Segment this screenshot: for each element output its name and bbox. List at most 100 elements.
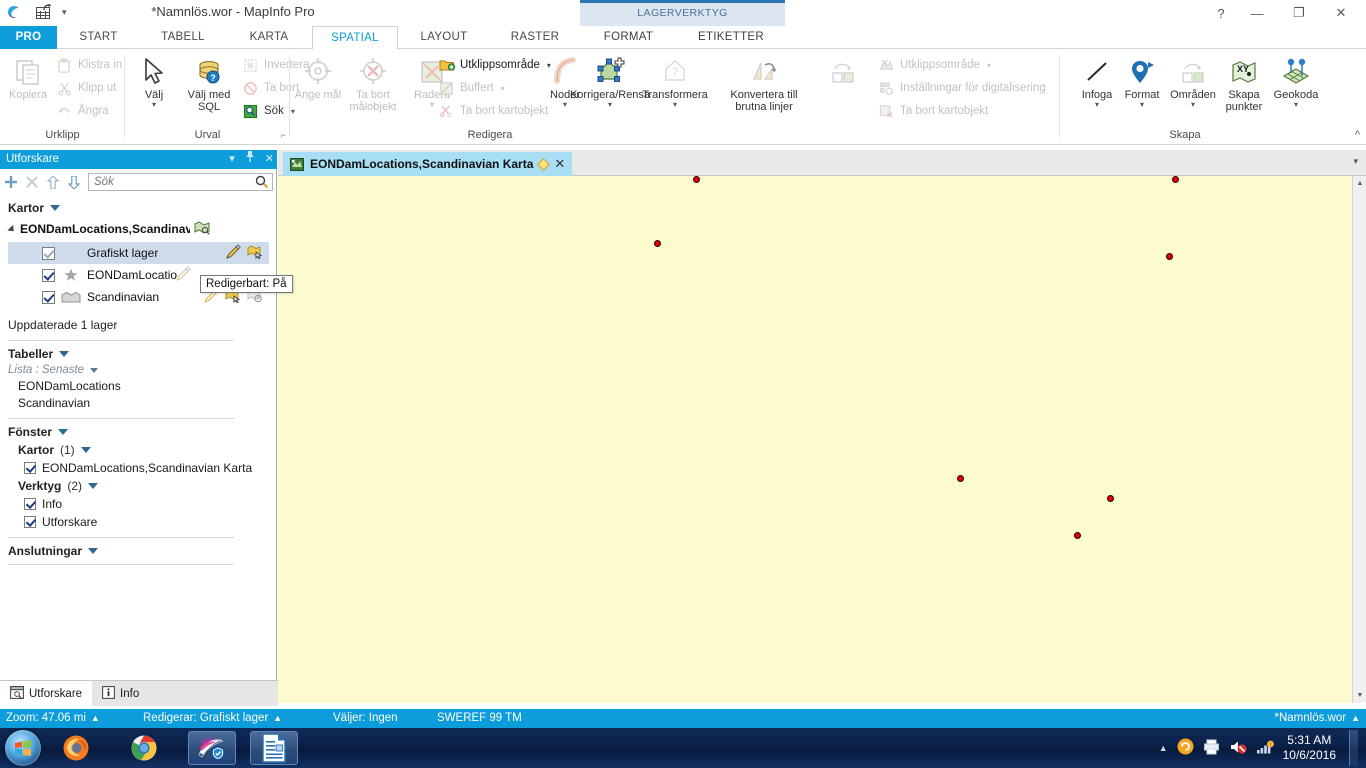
table-item-eondamlocations[interactable]: EONDamLocations <box>18 379 269 393</box>
status-editing[interactable]: Redigerar: Grafiskt lager ▲ <box>143 709 282 728</box>
map-document-tab[interactable]: EONDamLocations,Scandinavian Karta ✕ <box>283 152 573 176</box>
help-button[interactable]: ? <box>1206 1 1236 25</box>
close-button[interactable]: ✕ <box>1320 1 1362 25</box>
map-window-icon[interactable] <box>194 220 210 238</box>
add-icon[interactable] <box>4 175 18 189</box>
section-tables[interactable]: Tabeller <box>8 347 269 361</box>
tab-karta[interactable]: KARTA <box>226 26 312 49</box>
edit-pencil-icon[interactable] <box>225 243 241 263</box>
map-point[interactable] <box>957 475 964 482</box>
new-table-icon[interactable] <box>34 2 54 22</box>
maximize-button[interactable]: ❐ <box>1278 1 1320 25</box>
window-item-explorer[interactable]: Utforskare <box>24 515 269 529</box>
section-connections-chevron-down-icon[interactable] <box>88 548 98 554</box>
remove-icon[interactable] <box>25 175 39 189</box>
geocode-button[interactable]: Geokoda ▾ <box>1268 53 1324 109</box>
minimize-button[interactable]: — <box>1236 1 1278 25</box>
taskbar-mapinfo-pro-icon[interactable] <box>188 731 236 765</box>
show-desktop-button[interactable] <box>1349 730 1358 766</box>
clean-caret[interactable]: ▾ <box>673 101 677 109</box>
search-input[interactable] <box>89 176 252 188</box>
taskbar-wordpad-icon[interactable] <box>250 731 298 765</box>
tab-tabell[interactable]: TABELL <box>140 26 226 49</box>
explorer-pin-icon[interactable] <box>245 150 255 169</box>
section-windows-chevron-down-icon[interactable] <box>58 429 69 435</box>
layer-row-grafiskt-lager[interactable]: Grafiskt lager <box>8 242 269 264</box>
table-item-scandinavian[interactable]: Scandinavian <box>18 396 269 410</box>
nodes-button[interactable]: Korrigera/Rensa ▾ <box>570 53 650 109</box>
mapinfo-logo-icon[interactable] <box>6 2 26 22</box>
windows-tools-group[interactable]: Verktyg (2) <box>18 479 269 493</box>
search-box[interactable] <box>88 173 273 191</box>
buffer-caret[interactable]: ▾ <box>563 101 567 109</box>
move-up-icon[interactable] <box>46 175 60 189</box>
printer-icon[interactable] <box>1203 739 1220 758</box>
collapse-ribbon-button[interactable]: ^ <box>1355 129 1360 141</box>
start-orb-icon[interactable] <box>5 730 41 766</box>
regions-caret[interactable]: ▾ <box>1191 101 1195 109</box>
layer-visible-checkbox[interactable] <box>42 290 55 304</box>
tables-list-mode-chevron-down-icon[interactable] <box>90 367 99 373</box>
scroll-up-icon[interactable]: ▲ <box>1353 176 1366 191</box>
tab-layout[interactable]: LAYOUT <box>398 26 490 49</box>
scroll-down-icon[interactable]: ▼ <box>1353 688 1366 703</box>
map-canvas[interactable] <box>278 176 1352 703</box>
transform-button[interactable]: Konvertera till brutna linjer <box>723 53 805 113</box>
select-caret[interactable]: ▾ <box>152 101 156 109</box>
map-tab-overflow-caret[interactable]: ▾ <box>1353 156 1358 167</box>
style-caret[interactable]: ▾ <box>1140 101 1144 109</box>
network-icon[interactable]: ! <box>1256 739 1274 758</box>
tab-raster[interactable]: RASTER <box>490 26 580 49</box>
status-document[interactable]: *Namnlös.wor ▲ <box>1275 709 1361 728</box>
insert-caret[interactable]: ▾ <box>1095 101 1099 109</box>
tab-spatial[interactable]: SPATIAL <box>312 26 398 50</box>
regions-button[interactable]: Områden ▾ <box>1166 53 1220 109</box>
status-zoom[interactable]: Zoom: 47.06 mi ▲ <box>6 709 100 728</box>
select-button[interactable]: Välj ▾ <box>130 53 178 109</box>
map-node-expand-icon[interactable] <box>7 224 17 234</box>
windows-maps-group[interactable]: Kartor (1) <box>18 443 269 457</box>
clock[interactable]: 5:31 AM 10/6/2016 <box>1283 733 1336 763</box>
clean-button[interactable]: ? Transformera ▾ <box>631 53 719 109</box>
map-point[interactable] <box>693 176 700 183</box>
create-points-button[interactable]: XY Skapa punkter <box>1218 53 1270 113</box>
window-visible-checkbox[interactable] <box>24 498 36 510</box>
section-maps-chevron-down-icon[interactable] <box>50 205 61 211</box>
geocode-caret[interactable]: ▾ <box>1294 101 1298 109</box>
window-item-map[interactable]: EONDamLocations,Scandinavian Karta <box>24 461 269 475</box>
tab-utforskare[interactable]: Utforskare <box>0 681 93 706</box>
tab-etiketter[interactable]: ETIKETTER <box>677 26 785 49</box>
window-visible-checkbox[interactable] <box>24 516 36 528</box>
volume-muted-icon[interactable] <box>1229 739 1247 758</box>
qat-more-caret[interactable]: ▾ <box>62 7 67 17</box>
tab-pro[interactable]: PRO <box>0 26 57 49</box>
section-connections[interactable]: Anslutningar <box>8 544 269 558</box>
status-zoom-caret-up-icon[interactable]: ▲ <box>91 709 100 728</box>
layer-visible-checkbox[interactable] <box>42 268 55 282</box>
tab-format[interactable]: FORMAT <box>580 26 677 49</box>
selectable-icon[interactable] <box>247 244 263 262</box>
tab-info[interactable]: Info <box>92 681 149 706</box>
map-point[interactable] <box>1074 532 1081 539</box>
move-down-icon[interactable] <box>67 175 81 189</box>
map-point[interactable] <box>1107 495 1114 502</box>
combine-button[interactable]: Utklippsområde ▾ <box>438 55 551 75</box>
taskbar-chrome-icon[interactable] <box>120 731 168 765</box>
windows-maps-chevron-down-icon[interactable] <box>80 447 91 453</box>
style-button[interactable]: Format ▾ <box>1118 53 1166 109</box>
map-vertical-scrollbar[interactable]: ▲ ▼ <box>1352 176 1366 703</box>
section-tables-chevron-down-icon[interactable] <box>59 351 70 357</box>
layer-visible-checkbox[interactable] <box>42 246 55 260</box>
explorer-close-icon[interactable]: ✕ <box>265 150 274 169</box>
status-document-caret-up-icon[interactable]: ▲ <box>1351 709 1360 728</box>
map-point[interactable] <box>1166 253 1173 260</box>
tables-list-mode[interactable]: Lista : Senaste <box>8 364 269 376</box>
window-visible-checkbox[interactable] <box>24 462 36 474</box>
tab-start[interactable]: START <box>57 26 140 49</box>
section-windows[interactable]: Fönster <box>8 425 269 439</box>
status-projection[interactable]: SWEREF 99 TM <box>437 709 522 728</box>
windows-tools-chevron-down-icon[interactable] <box>88 483 99 489</box>
status-editing-caret-up-icon[interactable]: ▲ <box>273 709 282 728</box>
urval-dialog-launcher[interactable]: ⌐ <box>281 130 286 140</box>
insert-button[interactable]: Infoga ▾ <box>1074 53 1120 109</box>
